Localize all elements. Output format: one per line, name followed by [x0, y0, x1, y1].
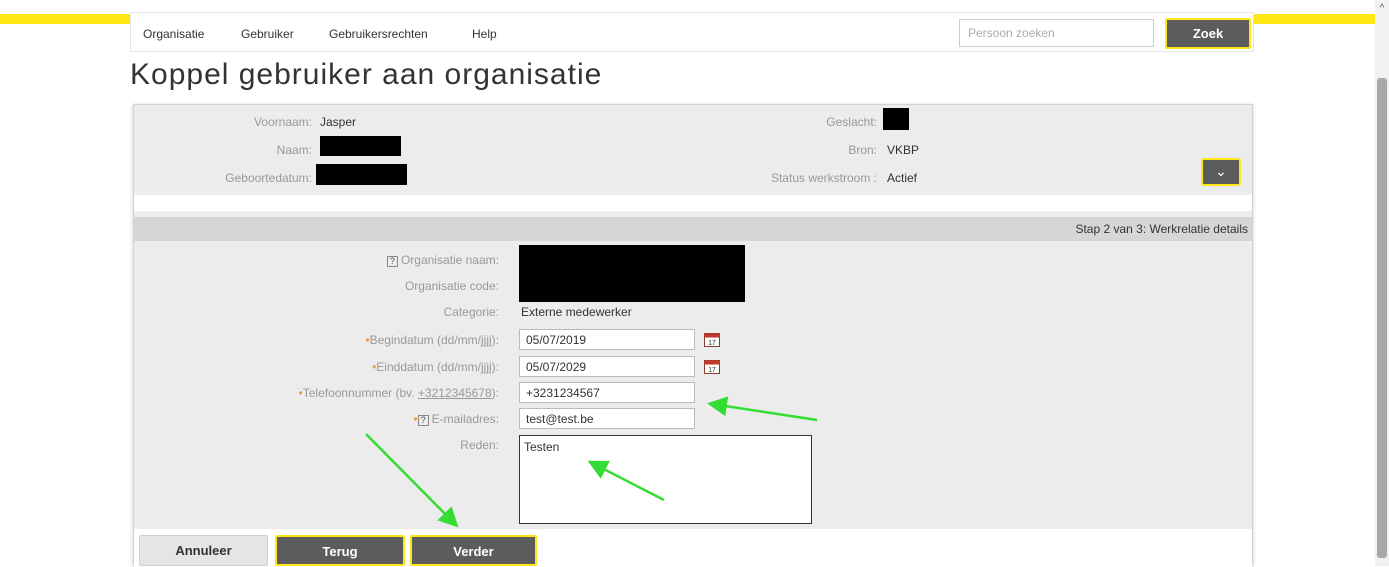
redacted-organisatie — [519, 245, 745, 302]
redacted-geboortedatum — [316, 164, 407, 185]
search-input[interactable] — [959, 19, 1154, 47]
expand-details-button[interactable]: ⌄ — [1201, 158, 1241, 186]
organisatie-naam-label: ? Organisatie naam: — [386, 253, 499, 267]
begindatum-input[interactable] — [519, 329, 695, 350]
categorie-value: Externe medewerker — [521, 305, 632, 319]
reden-label: Reden: — [460, 438, 499, 452]
categorie-label: Categorie: — [443, 305, 499, 319]
main-panel: Voornaam: Jasper Naam: Geboortedatum: Ge… — [133, 104, 1253, 567]
terug-button[interactable]: Terug — [275, 535, 405, 566]
reden-textarea[interactable]: Testen — [519, 435, 812, 524]
voornaam-value: Jasper — [320, 115, 357, 129]
person-info: Voornaam: Jasper Naam: Geboortedatum: Ge… — [134, 105, 1252, 195]
scrollbar-thumb[interactable] — [1377, 78, 1387, 558]
telefoonnummer-label: •Telefoonnummer (bv. +3212345678): — [298, 386, 499, 400]
nav-item-help[interactable]: Help — [472, 27, 497, 41]
chevron-up-icon[interactable]: ^ — [1375, 2, 1389, 16]
begindatum-label: •Begindatum (dd/mm/jjjj): — [365, 333, 499, 347]
redacted-naam — [320, 136, 401, 156]
organisatie-code-label: Organisatie code: — [404, 279, 499, 293]
einddatum-input[interactable] — [519, 356, 695, 377]
status-werkstroom-label: Status werkstroom : — [770, 171, 877, 185]
nav-item-organisatie[interactable]: Organisatie — [143, 27, 204, 41]
section-divider — [134, 195, 1252, 211]
chevron-down-icon: ⌄ — [1215, 163, 1227, 179]
telefoon-example-link[interactable]: +3212345678 — [418, 386, 492, 400]
page-title: Koppel gebruiker aan organisatie — [130, 58, 603, 91]
vertical-scrollbar[interactable]: ^ — [1375, 0, 1389, 566]
bron-label: Bron: — [848, 143, 877, 157]
search-button[interactable]: Zoek — [1165, 18, 1251, 49]
geslacht-label: Geslacht: — [826, 115, 877, 129]
nav-item-gebruiker[interactable]: Gebruiker — [241, 27, 294, 41]
naam-label: Naam: — [276, 143, 312, 157]
step-indicator: Stap 2 van 3: Werkrelatie details — [134, 217, 1252, 241]
voornaam-label: Voornaam: — [253, 115, 312, 129]
svg-text:17: 17 — [708, 340, 716, 347]
top-navigation: Organisatie Gebruiker Gebruikersrechten … — [130, 12, 1254, 52]
bron-value: VKBP — [887, 143, 920, 157]
help-icon[interactable]: ? — [417, 415, 429, 426]
verder-button[interactable]: Verder — [410, 535, 537, 566]
annuleer-button[interactable]: Annuleer — [139, 535, 268, 566]
telefoonnummer-input[interactable] — [519, 382, 695, 403]
nav-item-gebruikersrechten[interactable]: Gebruikersrechten — [329, 27, 428, 41]
help-icon[interactable]: ? — [386, 256, 398, 267]
svg-text:17: 17 — [708, 367, 716, 374]
calendar-icon[interactable]: 17 — [704, 332, 720, 347]
emailadres-input[interactable] — [519, 408, 695, 429]
calendar-icon[interactable]: 17 — [704, 359, 720, 374]
emailadres-label: •? E-mailadres: — [413, 412, 499, 426]
geboortedatum-label: Geboortedatum: — [225, 171, 312, 185]
status-werkstroom-value: Actief — [887, 171, 918, 185]
redacted-geslacht — [883, 108, 909, 130]
form-actions: Annuleer Terug Verder — [134, 529, 1252, 567]
einddatum-label: •Einddatum (dd/mm/jjjj): — [372, 360, 499, 374]
